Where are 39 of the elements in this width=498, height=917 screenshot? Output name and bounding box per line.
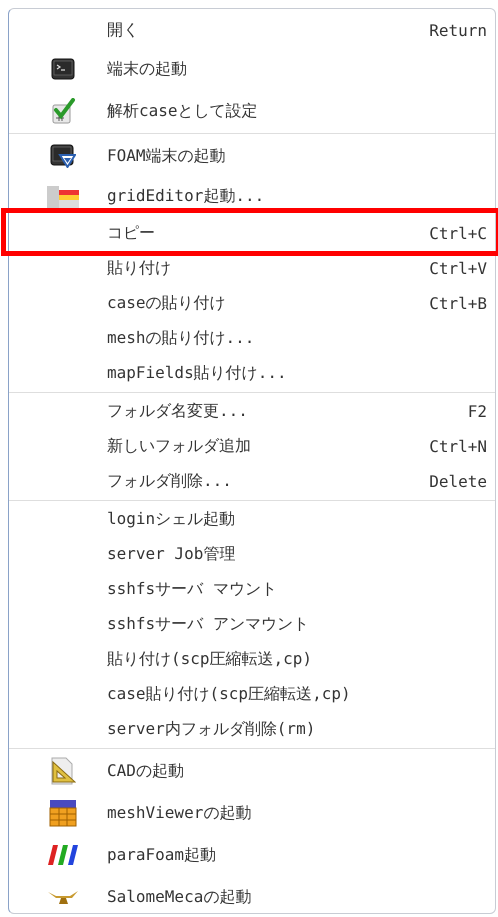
menu-item[interactable]: gridEditor起動... — [9, 177, 495, 216]
menu-item[interactable]: loginシェル起動 — [9, 502, 495, 537]
menu-item[interactable]: 貼り付け Ctrl+V — [9, 251, 495, 286]
shortcut-label: Ctrl+V — [429, 259, 487, 278]
menu-item[interactable]: コピー Ctrl+C — [9, 216, 495, 251]
slanted-bars-icon — [48, 844, 78, 866]
menu-item[interactable]: フォルダ名変更... F2 — [9, 394, 495, 429]
mesh-grid-icon — [49, 799, 77, 827]
menu-item[interactable]: SalomeMecaの起動 — [9, 876, 495, 914]
menu-item[interactable]: server Job管理 — [9, 537, 495, 572]
shortcut-label: F2 — [468, 402, 487, 421]
menu-item[interactable]: 開く Return — [9, 13, 495, 48]
terminal-icon — [50, 144, 76, 168]
menu-item[interactable]: meshの貼り付け... — [9, 321, 495, 356]
menu-item[interactable]: sshfsサーバ アンマウント — [9, 607, 495, 642]
terminal-icon — [51, 58, 75, 80]
shortcut-label: Delete — [429, 472, 487, 491]
grid-icon — [47, 186, 79, 208]
shortcut-label: Return — [429, 21, 487, 40]
menu-item[interactable]: sshfsサーバ マウント — [9, 572, 495, 607]
shortcut-label: Ctrl+B — [429, 294, 487, 313]
menu-item[interactable]: case貼り付け(scp圧縮転送,cp) — [9, 677, 495, 712]
shortcut-label: Ctrl+C — [429, 224, 487, 243]
menu-item[interactable]: 貼り付け(scp圧縮転送,cp) — [9, 642, 495, 677]
menu-item[interactable]: meshViewerの起動 — [9, 792, 495, 834]
oil-lamp-icon — [48, 889, 78, 905]
menu-item[interactable]: FOAM端末の起動 — [9, 135, 495, 177]
menu-item[interactable]: caseの貼り付け Ctrl+B — [9, 286, 495, 321]
menu-item[interactable]: 新しいフォルダ追加 Ctrl+N — [9, 429, 495, 464]
shortcut-label: Ctrl+N — [429, 437, 487, 456]
menu-item[interactable]: フォルダ削除... Delete — [9, 464, 495, 499]
menu-item[interactable]: paraFoam起動 — [9, 834, 495, 876]
menu-item[interactable]: server内フォルダ削除(rm) — [9, 712, 495, 747]
clipboard-check-icon — [50, 98, 76, 124]
menu-item[interactable]: 端末の起動 — [9, 48, 495, 90]
menu-item[interactable]: mapFields貼り付け... — [9, 356, 495, 391]
menu-item[interactable]: CADの起動 — [9, 750, 495, 792]
menu-item[interactable]: 解析caseとして設定 — [9, 90, 495, 132]
set-square-icon — [50, 757, 76, 785]
